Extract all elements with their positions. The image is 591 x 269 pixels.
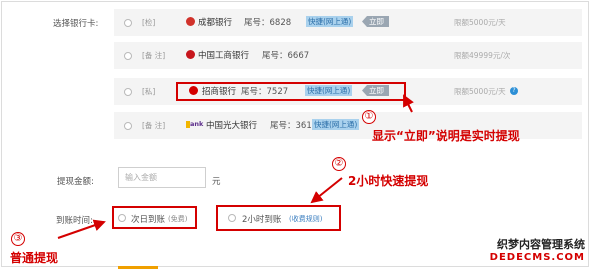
- bank-radio-2[interactable]: [124, 52, 132, 60]
- bank-radio-4[interactable]: [124, 122, 132, 130]
- instant-badge-1: 立即: [362, 16, 389, 27]
- amount-unit: 元: [212, 177, 221, 187]
- annotation-text-3: 普通提现: [10, 251, 59, 265]
- bank-name-2: 中国工商银行: [198, 51, 250, 61]
- amount-label: 提现金额:: [57, 177, 94, 187]
- annotation-text-1: 显示“立即”说明是实时提现: [372, 129, 520, 143]
- bank-tag-1: [检]: [142, 18, 156, 27]
- bank-tail-4: 尾号：3615: [270, 121, 318, 131]
- arrival-label: 到账时间:: [56, 216, 93, 226]
- fee-rules-link[interactable]: (收费规则): [289, 214, 322, 224]
- help-icon[interactable]: ?: [510, 87, 518, 95]
- bank-tail-2: 尾号：6667: [262, 51, 310, 61]
- ceb-bank-icon-text: ank: [190, 120, 204, 128]
- next-day-label: 次日到账: [131, 215, 166, 225]
- bank-name-1: 成都银行: [198, 18, 233, 28]
- ceb-bank-icon: ank: [186, 120, 204, 129]
- two-hour-radio[interactable]: [228, 214, 236, 222]
- bank-radio-1[interactable]: [124, 19, 132, 27]
- annotation-number-1: ①: [362, 110, 376, 124]
- chengdu-bank-icon: [186, 17, 195, 26]
- next-day-note: (免费): [168, 215, 188, 223]
- bank-limit-1: 限额5000元/天: [454, 18, 506, 27]
- quick-pay-badge-1: 快捷(网上通): [306, 16, 354, 27]
- icbc-bank-icon: [186, 50, 195, 59]
- bank-limit-3: 限额5000元/天: [454, 87, 506, 96]
- watermark: 织梦内容管理系统 DEDECMS.COM: [490, 236, 585, 263]
- annotation-text-2: 2小时快速提现: [348, 174, 429, 188]
- amount-input[interactable]: 输入金额: [118, 167, 206, 188]
- bank-tag-3: [私]: [142, 87, 156, 96]
- bank-tag-2: [备 注]: [142, 51, 166, 60]
- highlight-box-instant: [176, 82, 406, 101]
- bank-tail-1: 尾号：6828: [244, 18, 292, 28]
- quick-pay-badge-4: 快捷(网上通): [312, 119, 360, 130]
- bank-row-2[interactable]: [备 注] 中国工商银行 尾号：6667 限额49999元/次: [114, 42, 582, 69]
- bank-radio-3[interactable]: [124, 88, 132, 96]
- watermark-url: DEDECMS.COM: [489, 252, 585, 263]
- bank-tag-4: [备 注]: [142, 121, 166, 130]
- annotation-number-2: ②: [332, 157, 346, 171]
- annotation-number-3: ③: [11, 232, 25, 246]
- two-hour-label: 2小时到账: [242, 215, 282, 225]
- bank-name-4: 中国光大银行: [206, 121, 258, 131]
- watermark-title: 织梦内容管理系统: [497, 238, 585, 251]
- bank-row-1[interactable]: [检] 成都银行 尾号：6828 快捷(网上通) 立即 限额5000元/天: [114, 9, 582, 36]
- bank-select-label: 选择银行卡:: [53, 19, 99, 29]
- bank-limit-2: 限额49999元/次: [454, 51, 511, 60]
- next-day-radio[interactable]: [118, 214, 126, 222]
